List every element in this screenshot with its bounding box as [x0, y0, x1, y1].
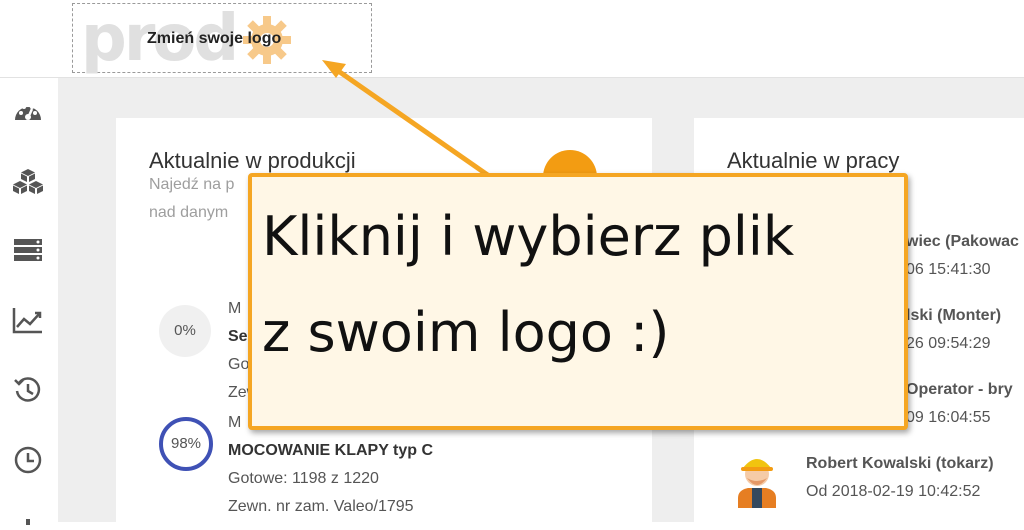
worker-name: wiec (Pakowac — [906, 233, 1019, 250]
worker-since: 26 09:54:29 — [906, 335, 991, 352]
sidebar-item-more[interactable] — [12, 512, 44, 525]
production-subtitle-2: nad danym — [149, 204, 229, 221]
progress-label: 98% — [170, 435, 202, 452]
list-icon — [14, 239, 42, 261]
worker-name: Robert Kowalski (tokarz) — [806, 455, 994, 472]
sidebar-item-reports[interactable] — [12, 304, 44, 336]
sidebar-item-list[interactable] — [12, 234, 44, 266]
production-title: Aktualnie w produkcji — [149, 148, 356, 173]
more-icon — [26, 519, 30, 525]
hint-callout: Kliknij i wybierz plik z swoim logo :) — [248, 173, 908, 430]
progress-label: 0% — [174, 322, 196, 339]
worker-avatar — [738, 459, 776, 508]
worker-name: lski (Monter) — [906, 307, 1002, 324]
worker-since: 06 15:41:30 — [906, 261, 991, 278]
hint-line-1: Kliknij i wybierz plik — [262, 205, 795, 268]
history-icon — [14, 377, 41, 402]
sidebar-item-products[interactable] — [12, 166, 44, 198]
worker-since: Od 2018-02-19 10:42:52 — [806, 483, 981, 500]
change-logo-button[interactable]: prod Zmień swoje logo — [72, 3, 372, 74]
sidebar-item-dashboard[interactable] — [12, 96, 44, 128]
chart-line-icon — [12, 308, 42, 334]
sidebar — [0, 78, 58, 525]
sidebar-item-time[interactable] — [12, 444, 44, 476]
work-title: Aktualnie w pracy — [727, 148, 900, 173]
worker-name: Operator - bry — [906, 381, 1013, 398]
order-done: Gotowe: 1198 z 1220 — [228, 470, 379, 487]
dashboard-icon — [15, 105, 41, 120]
hint-line-2: z swoim logo :) — [262, 301, 670, 364]
top-bar: prod Zmień swoje logo — [0, 0, 1024, 78]
progress-indicator: 98% — [158, 416, 214, 472]
cubes-icon — [13, 169, 43, 194]
order-external: Zewn. nr zam. Valeo/1795 — [228, 498, 414, 515]
clock-icon — [14, 446, 42, 474]
order-line-1: M — [228, 300, 242, 317]
sidebar-item-history[interactable] — [12, 374, 44, 406]
order-name: MOCOWANIE KLAPY typ C — [228, 442, 434, 459]
production-subtitle-1: Najedź na p — [149, 176, 235, 193]
worker-since: 09 16:04:55 — [906, 409, 991, 426]
order-line-1: M — [228, 414, 242, 431]
change-logo-label: Zmień swoje logo — [147, 30, 282, 47]
progress-indicator: 0% — [157, 303, 213, 359]
order-name: Se — [228, 328, 248, 345]
